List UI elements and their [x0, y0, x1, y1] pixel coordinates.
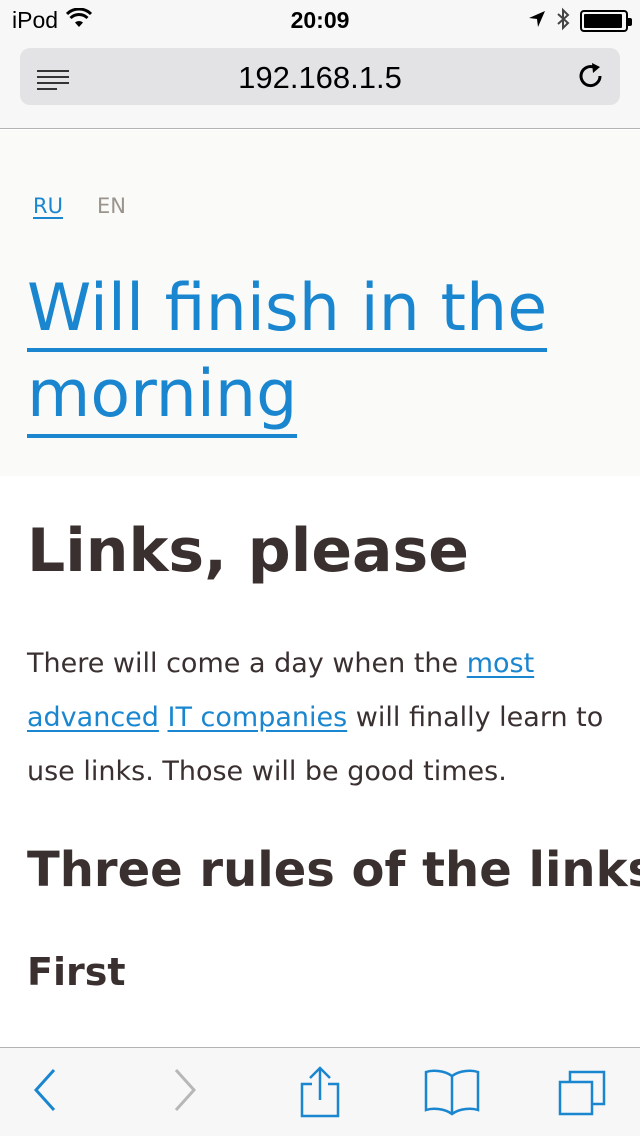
- bluetooth-icon: [556, 7, 570, 35]
- url-text[interactable]: 192.168.1.5: [20, 60, 620, 96]
- article-subheading: Three rules of the links: [27, 842, 640, 898]
- back-icon[interactable]: [30, 1066, 60, 1118]
- article: Links, please There will come a day when…: [0, 476, 640, 1048]
- link-it-companies[interactable]: IT companies: [168, 702, 348, 733]
- browser-toolbar: [0, 1047, 640, 1136]
- battery-icon: [580, 10, 632, 32]
- forward-icon[interactable]: [170, 1066, 200, 1118]
- tabs-icon[interactable]: [556, 1066, 610, 1122]
- status-right: [528, 7, 632, 35]
- site-title-link[interactable]: Will finish in the morning: [27, 271, 548, 438]
- lang-en-label[interactable]: EN: [97, 194, 126, 218]
- language-switch: RU EN: [33, 194, 126, 218]
- lang-ru-link[interactable]: RU: [33, 194, 63, 218]
- location-icon: [528, 10, 546, 32]
- battery-level: [584, 14, 622, 28]
- site-title[interactable]: Will finish in the morning: [27, 266, 617, 438]
- battery-tip: [628, 18, 632, 26]
- page-header: RU EN Will finish in the morning: [0, 130, 640, 476]
- article-paragraph: There will come a day when the most advan…: [27, 637, 627, 799]
- article-heading: Links, please: [27, 516, 469, 586]
- link-most[interactable]: most: [467, 648, 534, 679]
- link-advanced[interactable]: advanced: [27, 702, 159, 733]
- article-subsubheading: First: [27, 950, 126, 994]
- bookmarks-icon[interactable]: [424, 1066, 480, 1120]
- share-icon[interactable]: [298, 1066, 342, 1124]
- status-bar: iPod 20:09: [0, 0, 640, 40]
- address-bar[interactable]: 192.168.1.5: [20, 48, 620, 105]
- paragraph-text-before: There will come a day when the: [27, 648, 467, 679]
- reload-icon[interactable]: [576, 61, 606, 95]
- browser-address-area: 192.168.1.5: [0, 40, 640, 129]
